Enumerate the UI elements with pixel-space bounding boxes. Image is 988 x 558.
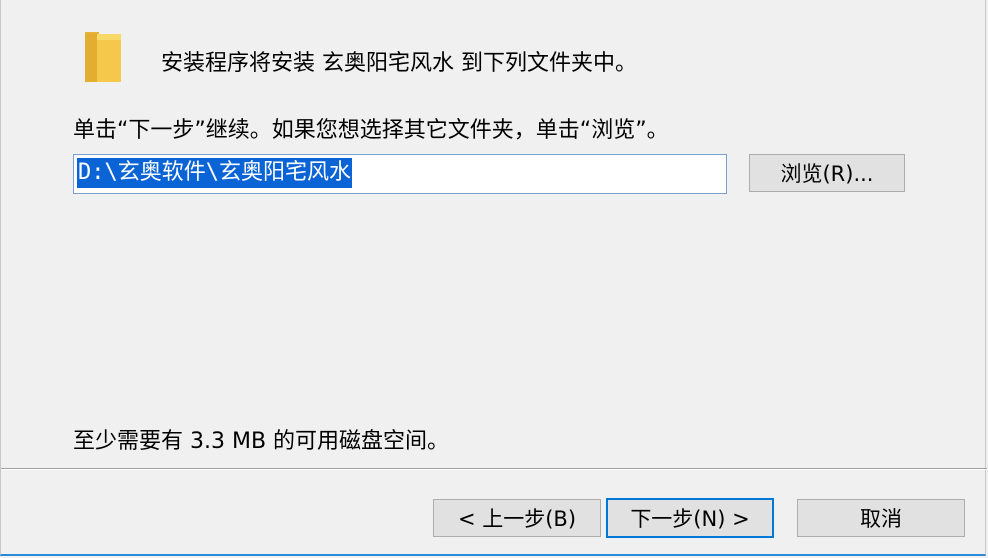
next-button[interactable]: 下一步(N) >	[606, 498, 774, 538]
instruction-text: 单击“下一步”继续。如果您想选择其它文件夹，单击“浏览”。	[73, 118, 669, 143]
folder-icon	[85, 32, 121, 82]
browse-button[interactable]: 浏览(R)...	[749, 154, 905, 192]
intro-text: 安装程序将安装 玄奥阳宅风水 到下列文件夹中。	[161, 51, 637, 76]
cancel-button[interactable]: 取消	[797, 499, 965, 537]
footer-separator	[1, 468, 987, 470]
install-path-input[interactable]: D:\玄奥软件\玄奥阳宅风水	[73, 154, 727, 194]
installer-dialog: 安装程序将安装 玄奥阳宅风水 到下列文件夹中。 单击“下一步”继续。如果您想选择…	[0, 0, 987, 556]
back-button[interactable]: < 上一步(B)	[433, 499, 601, 537]
space-required-text: 至少需要有 3.3 MB 的可用磁盘空间。	[73, 429, 450, 454]
install-path-value: D:\玄奥软件\玄奥阳宅风水	[77, 158, 352, 188]
